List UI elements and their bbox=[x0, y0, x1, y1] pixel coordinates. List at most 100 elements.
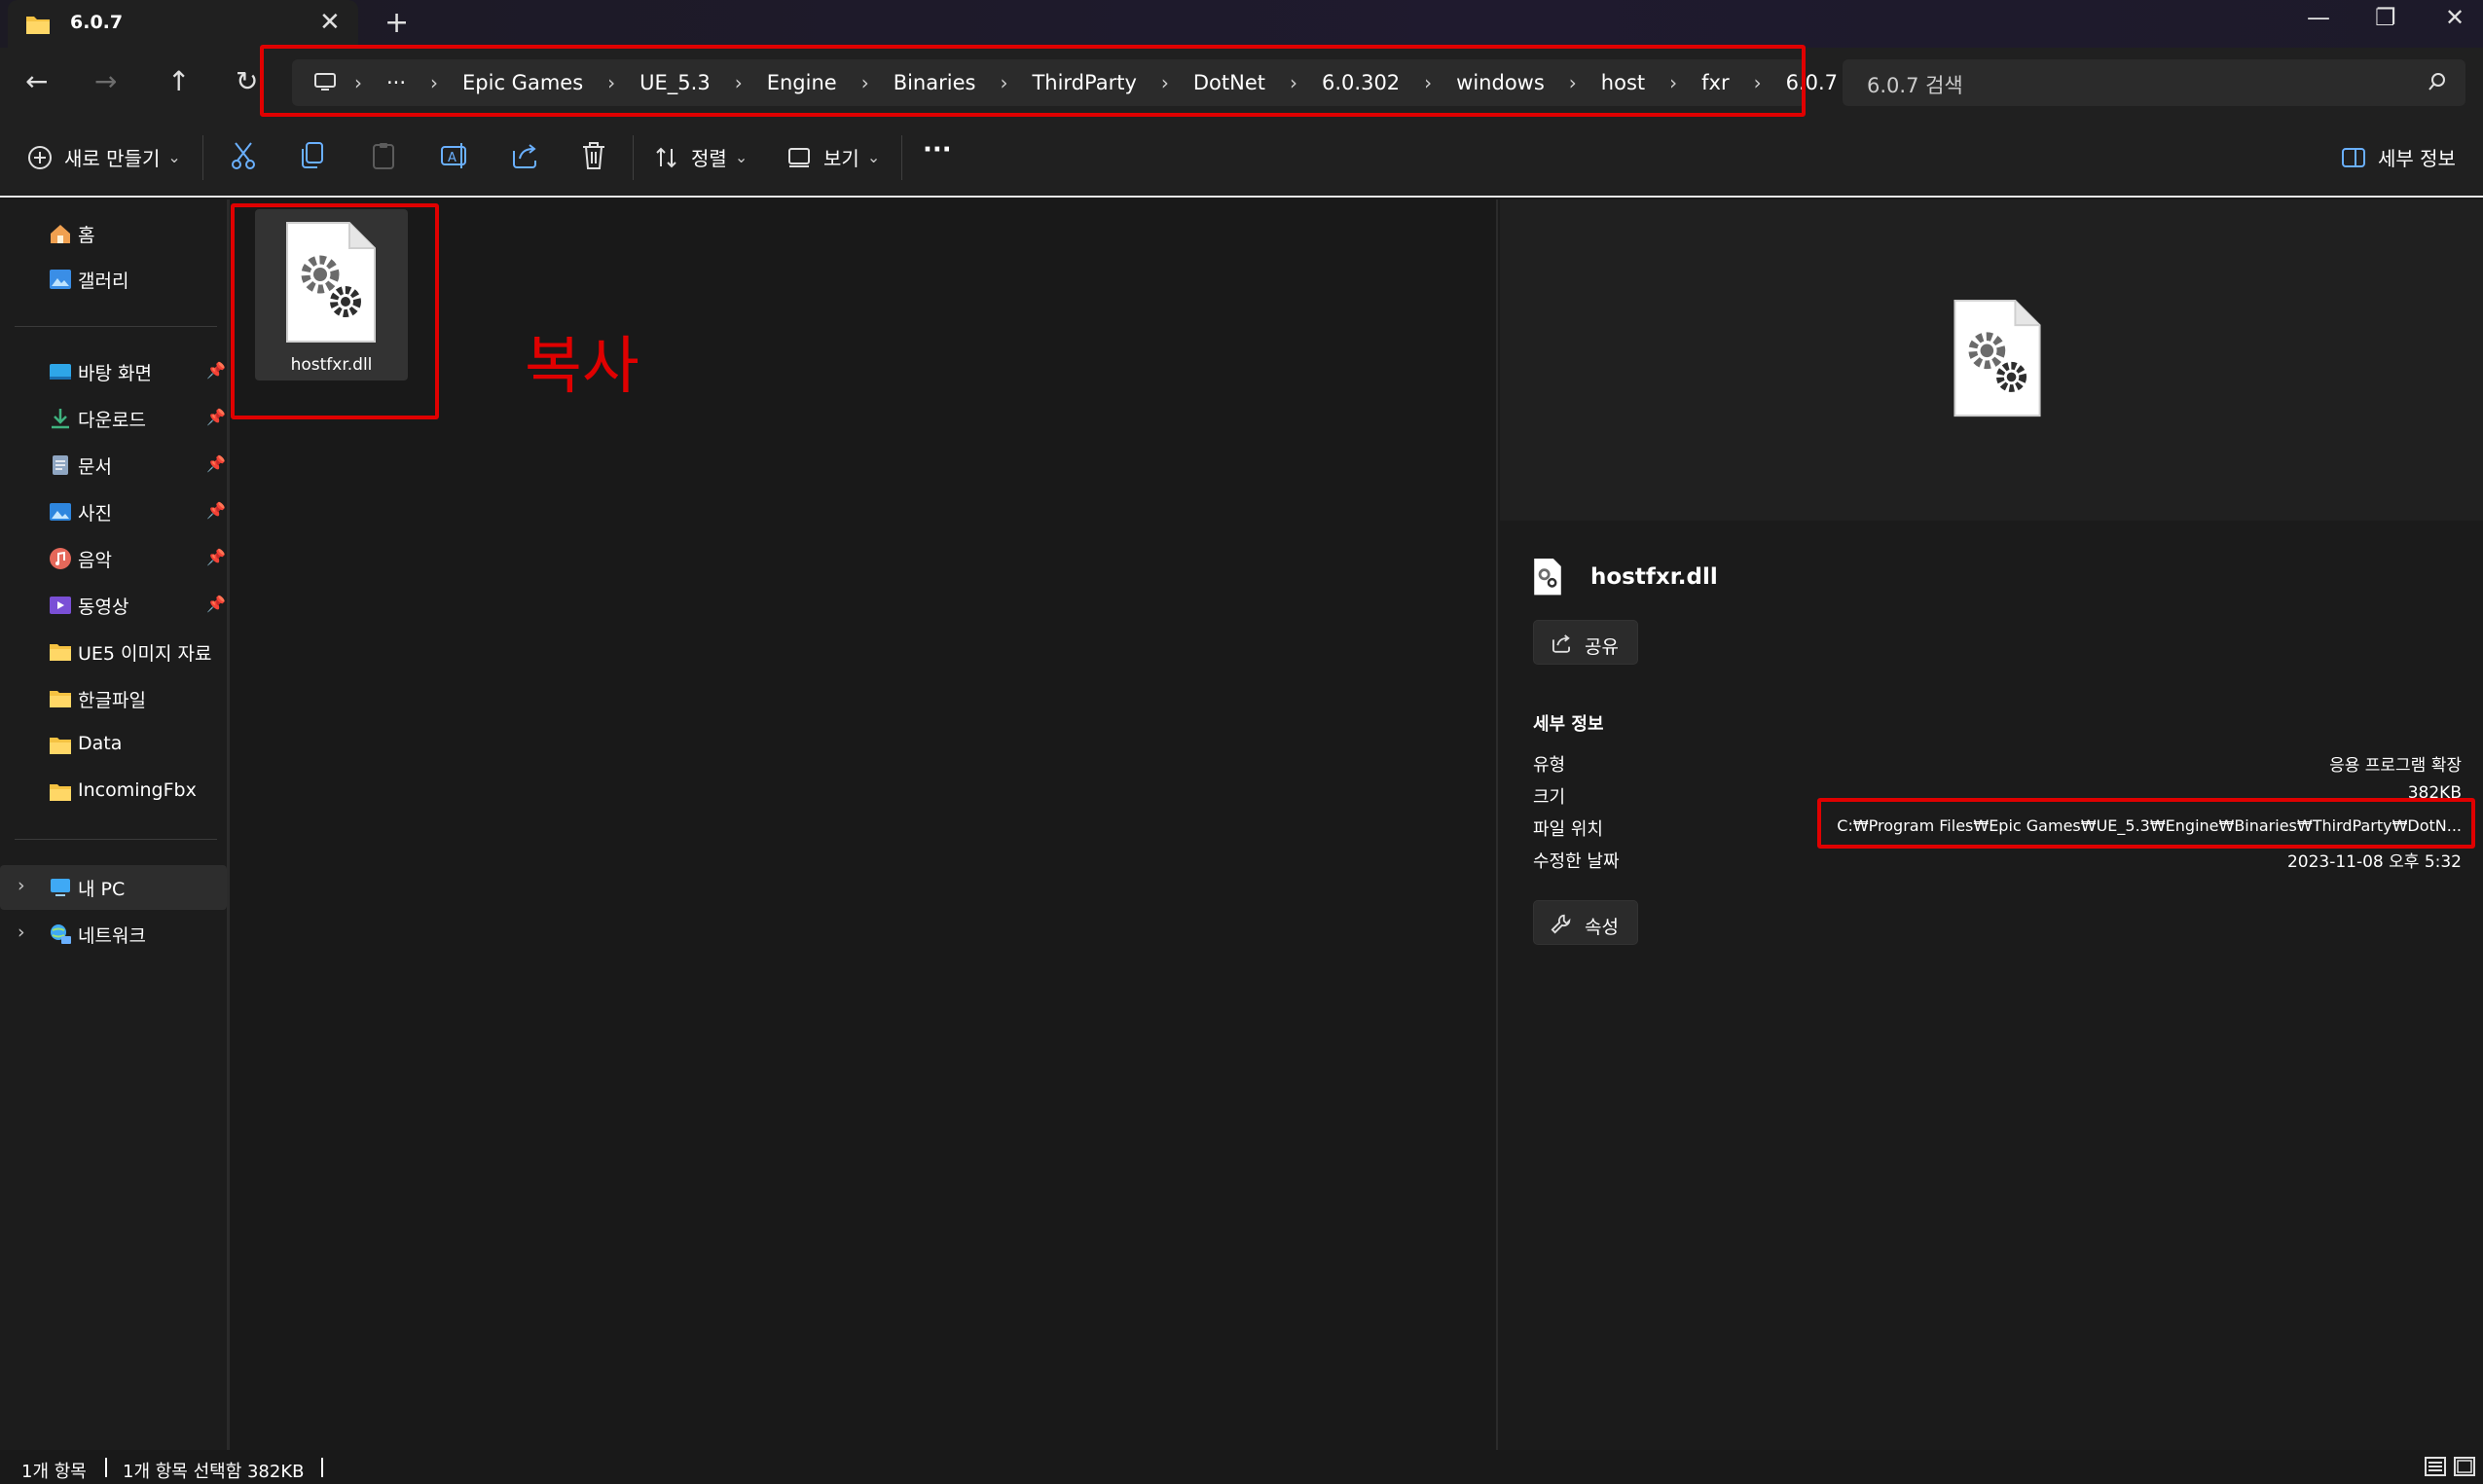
svg-text:A: A bbox=[448, 151, 456, 165]
sort-button[interactable]: 정렬 ⌄ bbox=[654, 143, 748, 171]
breadcrumb-item[interactable]: Binaries bbox=[879, 71, 991, 94]
chevron-right-icon[interactable]: › bbox=[18, 875, 25, 896]
tiles-view-icon[interactable] bbox=[2453, 1456, 2476, 1477]
sidebar-item-network[interactable]: › 네트워크 bbox=[0, 912, 227, 957]
breadcrumb-overflow[interactable]: ··· bbox=[372, 71, 420, 94]
details-pane-label: 세부 정보 bbox=[2378, 147, 2456, 170]
cut-icon[interactable] bbox=[230, 141, 257, 170]
breadcrumb-item[interactable]: fxr bbox=[1687, 71, 1743, 94]
breadcrumb-item[interactable]: UE_5.3 bbox=[625, 71, 725, 94]
sidebar-item-pictures[interactable]: 사진 📌 bbox=[0, 489, 227, 534]
sidebar-item-label: 다운로드 bbox=[78, 410, 146, 431]
view-button[interactable]: 보기 ⌄ bbox=[786, 143, 880, 171]
pin-icon[interactable]: 📌 bbox=[206, 408, 226, 426]
toolbar-divider bbox=[633, 135, 634, 180]
sidebar-item-label: 내 PC bbox=[78, 879, 126, 900]
sidebar-item-hangul-files[interactable]: 한글파일 bbox=[0, 676, 227, 721]
details-pane: hostfxr.dll 공유 세부 정보 유형 응용 프로그램 확장 크기 38… bbox=[1496, 199, 2483, 1450]
plus-circle-icon bbox=[28, 145, 52, 169]
new-tab-button[interactable]: + bbox=[384, 6, 409, 40]
rename-icon[interactable]: A bbox=[440, 141, 469, 170]
view-label: 보기 bbox=[823, 147, 859, 170]
chevron-right-icon[interactable]: › bbox=[18, 922, 25, 943]
sidebar-item-label: 홈 bbox=[78, 225, 95, 246]
breadcrumb-separator[interactable]: › bbox=[1744, 71, 1771, 94]
breadcrumb-separator[interactable]: › bbox=[725, 71, 752, 94]
search-input[interactable]: 6.0.7 검색 bbox=[1867, 70, 1963, 99]
active-tab[interactable]: 6.0.7 ✕ bbox=[8, 0, 358, 48]
breadcrumb-separator[interactable]: › bbox=[1151, 71, 1179, 94]
share-icon[interactable] bbox=[510, 141, 539, 170]
breadcrumb-item[interactable]: windows bbox=[1442, 71, 1559, 94]
detail-value-location[interactable]: C:₩Program Files₩Epic Games₩UE_5.3₩Engin… bbox=[1837, 816, 2462, 835]
pin-icon[interactable]: 📌 bbox=[206, 454, 226, 473]
breadcrumb-item[interactable]: ThirdParty bbox=[1017, 71, 1150, 94]
breadcrumb-separator[interactable]: › bbox=[1414, 71, 1442, 94]
up-button[interactable]: ↑ bbox=[167, 65, 190, 97]
breadcrumb-item[interactable]: DotNet bbox=[1179, 71, 1280, 94]
sidebar-item-label: 음악 bbox=[78, 550, 112, 571]
search-icon[interactable] bbox=[2427, 71, 2448, 92]
sidebar-item-this-pc[interactable]: › 내 PC bbox=[0, 865, 227, 910]
breadcrumb-separator[interactable]: › bbox=[1280, 71, 1307, 94]
chevron-down-icon: ⌄ bbox=[866, 148, 881, 166]
breadcrumb-separator[interactable]: › bbox=[420, 71, 448, 94]
breadcrumb-separator[interactable]: › bbox=[1660, 71, 1687, 94]
pin-icon[interactable]: 📌 bbox=[206, 548, 226, 566]
detail-key-location: 파일 위치 bbox=[1533, 819, 1603, 840]
sidebar-item-documents[interactable]: 문서 📌 bbox=[0, 443, 227, 488]
computer-icon[interactable] bbox=[313, 72, 337, 93]
pin-icon[interactable]: 📌 bbox=[206, 361, 226, 380]
sidebar-item-downloads[interactable]: 다운로드 📌 bbox=[0, 396, 227, 441]
breadcrumb-item-current[interactable]: 6.0.7 bbox=[1771, 71, 1852, 94]
command-bar: 새로 만들기 ⌄ A 정렬 ⌄ 보기 ⌄ ··· 세부 정보 bbox=[0, 118, 2483, 198]
more-options-button[interactable]: ··· bbox=[923, 135, 952, 164]
sidebar-item-incomingfbx[interactable]: IncomingFbx bbox=[0, 770, 227, 814]
window-close-button[interactable]: ✕ bbox=[2445, 4, 2465, 31]
breadcrumb-separator[interactable]: › bbox=[990, 71, 1017, 94]
breadcrumb-item[interactable]: Epic Games bbox=[448, 71, 598, 94]
details-view-icon[interactable] bbox=[2424, 1456, 2447, 1477]
minimize-button[interactable]: — bbox=[2307, 4, 2330, 31]
refresh-button[interactable]: ↻ bbox=[236, 65, 258, 97]
maximize-button[interactable]: ❐ bbox=[2375, 4, 2396, 31]
breadcrumb-separator[interactable]: › bbox=[345, 71, 372, 94]
breadcrumb-separator[interactable]: › bbox=[852, 71, 879, 94]
navigation-bar: ← → ↑ ↻ › ··· › Epic Games › UE_5.3 › En… bbox=[0, 45, 2483, 118]
back-button[interactable]: ← bbox=[25, 65, 48, 97]
detail-value-type: 응용 프로그램 확장 bbox=[2329, 756, 2462, 776]
breadcrumb-item[interactable]: host bbox=[1587, 71, 1660, 94]
sidebar-item-videos[interactable]: 동영상 📌 bbox=[0, 583, 227, 628]
sidebar-item-ue5-images[interactable]: UE5 이미지 자료 bbox=[0, 630, 227, 674]
view-icon bbox=[788, 147, 810, 167]
paste-icon[interactable] bbox=[370, 141, 397, 170]
breadcrumb-separator[interactable]: › bbox=[1559, 71, 1587, 94]
sidebar-item-home[interactable]: 홈 bbox=[0, 211, 227, 256]
sidebar-item-music[interactable]: 음악 📌 bbox=[0, 536, 227, 581]
pin-icon[interactable]: 📌 bbox=[206, 595, 226, 613]
breadcrumb-item[interactable]: 6.0.302 bbox=[1307, 71, 1414, 94]
sort-label: 정렬 bbox=[691, 147, 727, 170]
sidebar-item-gallery[interactable]: 갤러리 bbox=[0, 257, 227, 302]
address-bar[interactable]: › ··· › Epic Games › UE_5.3 › Engine › B… bbox=[292, 59, 1838, 106]
sidebar-item-data[interactable]: Data bbox=[0, 723, 227, 768]
file-item-hostfxr[interactable]: hostfxr.dll bbox=[255, 209, 408, 380]
forward-button[interactable]: → bbox=[94, 65, 117, 97]
copy-icon[interactable] bbox=[299, 141, 326, 170]
sidebar-item-desktop[interactable]: 바탕 화면 📌 bbox=[0, 349, 227, 394]
search-box[interactable]: 6.0.7 검색 bbox=[1843, 59, 2465, 106]
share-button[interactable]: 공유 bbox=[1533, 620, 1638, 665]
tab-close-icon[interactable]: ✕ bbox=[319, 8, 341, 37]
breadcrumb-item[interactable]: Engine bbox=[752, 71, 852, 94]
pin-icon[interactable]: 📌 bbox=[206, 501, 226, 520]
breadcrumb-separator[interactable]: › bbox=[598, 71, 625, 94]
new-button[interactable]: 새로 만들기 ⌄ bbox=[27, 143, 181, 171]
folder-icon bbox=[50, 784, 71, 801]
detail-value-modified: 2023-11-08 오후 5:32 bbox=[2286, 852, 2462, 872]
sidebar-divider bbox=[15, 326, 217, 327]
delete-icon[interactable] bbox=[580, 141, 607, 170]
sidebar-divider bbox=[15, 839, 217, 840]
details-pane-button[interactable]: 세부 정보 bbox=[2341, 143, 2456, 171]
file-list[interactable]: hostfxr.dll 복사 bbox=[231, 199, 1496, 1450]
properties-button[interactable]: 속성 bbox=[1533, 900, 1638, 945]
